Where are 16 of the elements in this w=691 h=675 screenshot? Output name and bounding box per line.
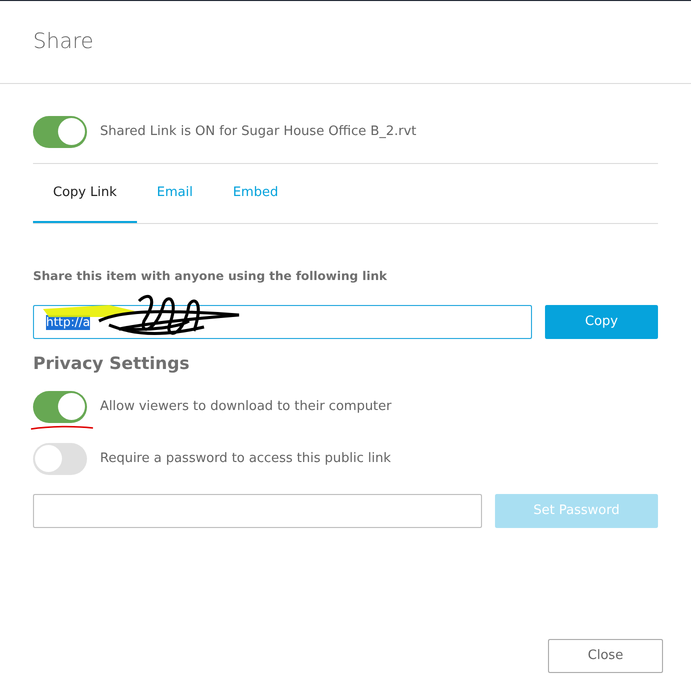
tab[interactable]: Copy Link	[33, 164, 137, 223]
tab[interactable]: Email	[136, 164, 213, 223]
shared-link-label: Shared Link is ON for Sugar House Office B_2.rvt	[100, 122, 416, 141]
underline-mark	[30, 424, 94, 430]
tab[interactable]: Embed	[212, 164, 298, 223]
password-field[interactable]	[33, 494, 482, 528]
close-button[interactable]: Close	[548, 639, 663, 673]
toggle-switch[interactable]	[33, 116, 87, 148]
link-label: Share this item with anyone using the following link	[33, 268, 388, 285]
option-label: Require a password to access this public link	[100, 450, 391, 468]
dialog-title: Share	[33, 28, 94, 56]
toggle-switch[interactable]	[33, 390, 87, 422]
privacy-heading: Privacy Settings	[33, 353, 191, 376]
copy-button[interactable]: Copy	[545, 305, 658, 339]
option-label: Allow viewers to download to their computer	[100, 398, 392, 416]
toggle-switch[interactable]	[33, 442, 87, 474]
